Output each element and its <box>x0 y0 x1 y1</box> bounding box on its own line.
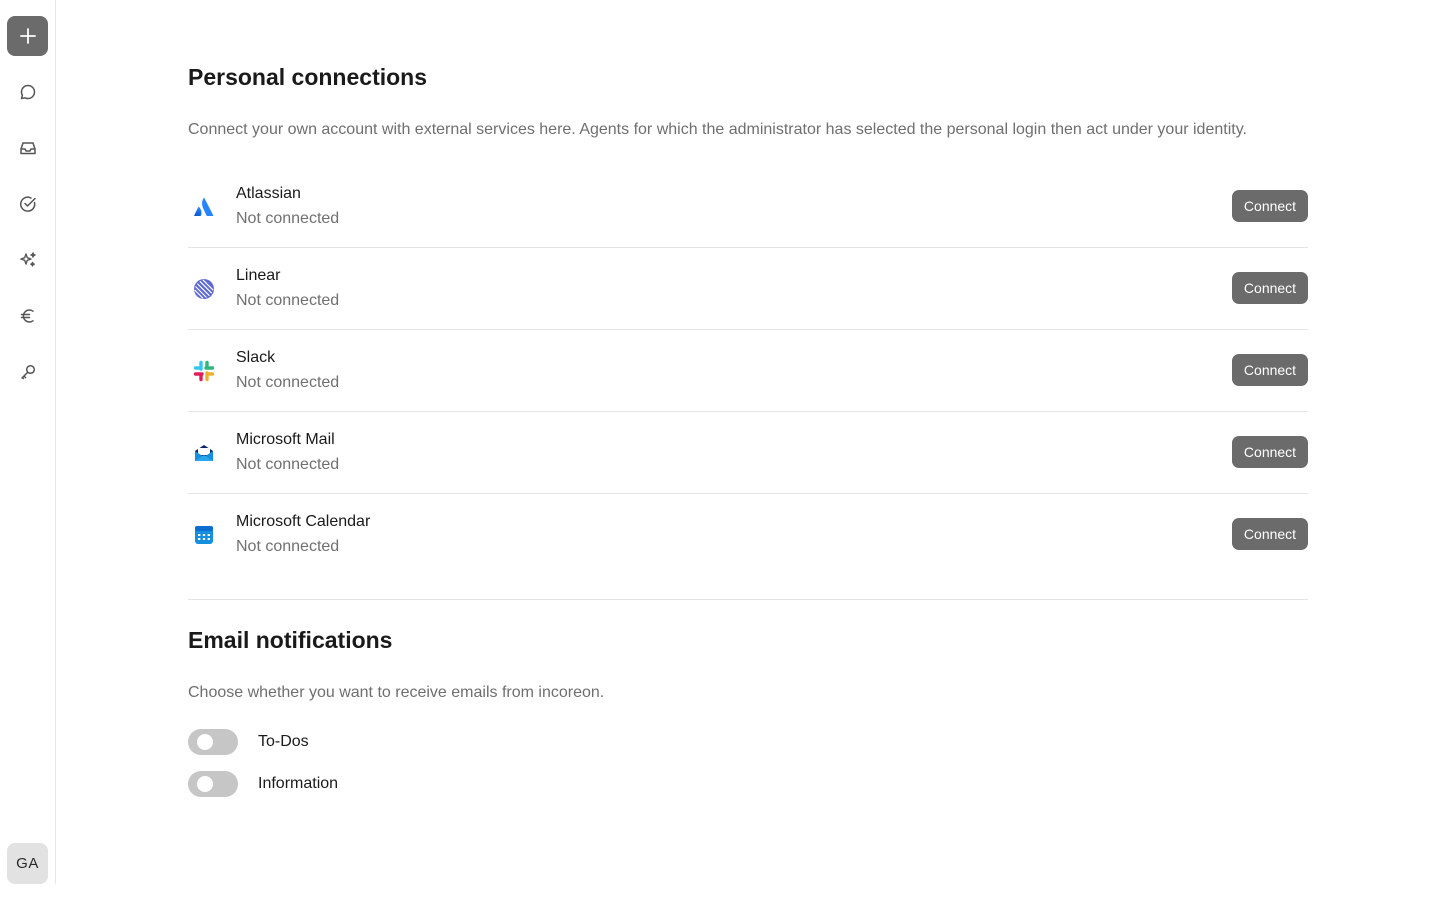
connection-row-linear: Linear Not connected Connect <box>188 248 1308 330</box>
connection-name: Linear <box>236 267 281 284</box>
personal-connections-description: Connect your own account with external s… <box>188 121 1247 138</box>
sidebar-item-keys[interactable] <box>16 360 40 384</box>
microsoft-mail-icon <box>192 441 216 465</box>
personal-connections-title: Personal connections <box>188 64 428 90</box>
inbox-icon <box>20 142 36 155</box>
toggle-row-todos: To-Dos <box>188 729 309 755</box>
avatar-initials: GA <box>16 855 39 872</box>
section-divider <box>188 599 1308 600</box>
email-notifications-title: Email notifications <box>188 627 393 653</box>
avatar[interactable]: GA <box>7 843 48 884</box>
toggle-knob <box>197 776 213 792</box>
connection-name: Atlassian <box>236 185 301 202</box>
sidebar-item-billing[interactable] <box>16 304 40 328</box>
connect-slack-button[interactable]: Connect <box>1232 354 1308 386</box>
connection-list: Atlassian Not connected Connect Linear N… <box>188 166 1308 576</box>
key-icon <box>21 364 36 380</box>
check-circle-icon <box>19 196 36 212</box>
sidebar-item-inbox[interactable] <box>16 136 40 160</box>
toggle-row-information: Information <box>188 771 338 797</box>
atlassian-icon <box>192 195 216 219</box>
connect-microsoft-calendar-button[interactable]: Connect <box>1232 518 1308 550</box>
connection-status: Not connected <box>236 292 340 309</box>
connect-atlassian-button[interactable]: Connect <box>1232 190 1308 222</box>
sidebar-item-ai[interactable] <box>16 248 40 272</box>
connection-status: Not connected <box>236 538 340 555</box>
connect-microsoft-mail-button[interactable]: Connect <box>1232 436 1308 468</box>
connect-linear-button[interactable]: Connect <box>1232 272 1308 304</box>
connection-row-atlassian: Atlassian Not connected Connect <box>188 166 1308 248</box>
sparkles-icon <box>20 252 36 267</box>
microsoft-calendar-icon <box>192 523 216 547</box>
connection-row-slack: Slack Not connected Connect <box>188 330 1308 412</box>
sidebar-item-chat[interactable] <box>16 80 40 104</box>
connection-status: Not connected <box>236 210 340 227</box>
email-notifications-description: Choose whether you want to receive email… <box>188 684 605 701</box>
new-button[interactable] <box>7 16 48 56</box>
connection-name: Slack <box>236 349 276 366</box>
chat-bubble-icon <box>20 84 36 100</box>
plus-icon <box>19 28 36 44</box>
sidebar: GA <box>0 0 56 884</box>
connection-row-microsoft-mail: Microsoft Mail Not connected Connect <box>188 412 1308 494</box>
connection-name: Microsoft Mail <box>236 431 335 448</box>
sidebar-item-todos[interactable] <box>16 192 40 216</box>
slack-icon <box>192 359 216 383</box>
toggle-label: To-Dos <box>258 733 309 750</box>
todos-toggle[interactable] <box>188 729 238 755</box>
toggle-knob <box>197 734 213 750</box>
connection-name: Microsoft Calendar <box>236 513 371 530</box>
connection-status: Not connected <box>236 456 340 473</box>
toggle-label: Information <box>258 775 339 792</box>
linear-icon <box>192 277 216 301</box>
euro-icon <box>20 309 34 323</box>
connection-row-microsoft-calendar: Microsoft Calendar Not connected Connect <box>188 494 1308 576</box>
connection-status: Not connected <box>236 374 340 391</box>
information-toggle[interactable] <box>188 771 238 797</box>
